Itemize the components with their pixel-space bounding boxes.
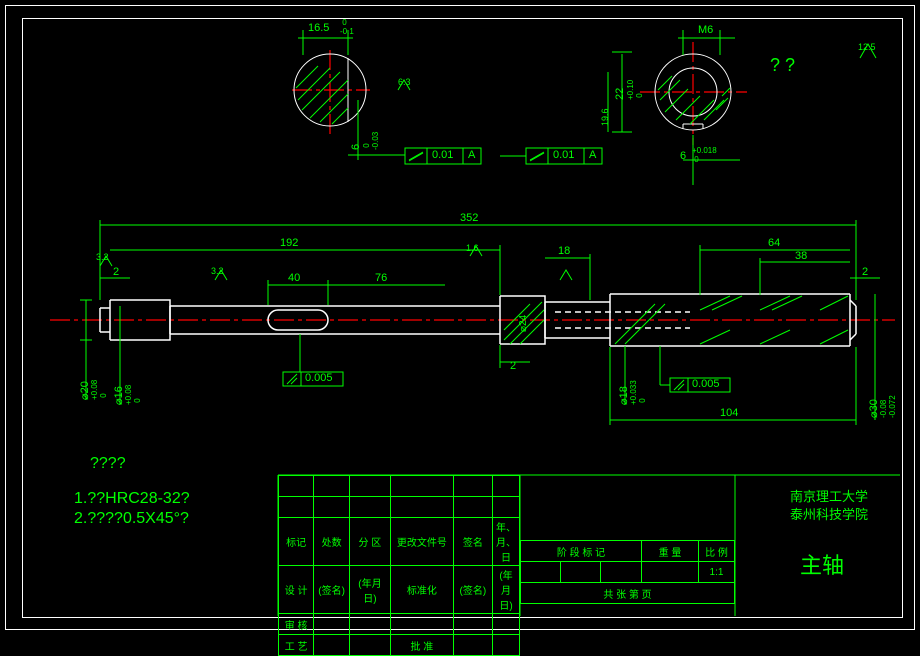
sf-16: 1.6	[466, 243, 479, 253]
hdr-sign: 签名	[453, 518, 492, 566]
org-line2: 泰州科技学院	[790, 504, 868, 523]
dim-6rtol: +0.018 0	[692, 146, 717, 164]
dim-d18btol: +0.033 0	[629, 380, 647, 405]
dim-76: 76	[375, 272, 387, 284]
scale-value: 1:1	[699, 562, 735, 583]
pages: 共 张 第 页	[521, 583, 735, 604]
dim-6l: 6	[350, 144, 362, 150]
hdr-doc: 更改文件号	[390, 518, 453, 566]
dim-40: 40	[288, 272, 300, 284]
row-design: 设 计	[279, 566, 314, 614]
dim-2a: 2	[113, 266, 119, 278]
dim-d16tol: +0.08 0	[124, 385, 142, 405]
sf-32b: 3.2	[211, 266, 224, 276]
gdt2-A: A	[589, 149, 596, 161]
stage-label: 阶 段 标 记	[521, 541, 642, 562]
dim-352: 352	[460, 212, 478, 224]
gdt1-A: A	[468, 149, 475, 161]
dim-104: 104	[720, 407, 738, 419]
dim-m6: M6	[698, 24, 713, 36]
dim-d30tol: -0.08 -0.072	[879, 395, 897, 418]
surface-symbols	[100, 44, 876, 280]
gdt1-val: 0.01	[432, 149, 453, 161]
hdr-date: 年、月、日	[493, 518, 520, 566]
gdt2-val: 0.01	[553, 149, 574, 161]
dim-165tol: 0 -0.1	[340, 18, 354, 36]
centerline-main	[50, 42, 895, 320]
qmarks: ? ?	[770, 55, 795, 76]
dim-d24: ⌀24	[518, 315, 529, 332]
runout1: 0.005	[305, 372, 333, 384]
dim-6ltol: 0 -0.03	[362, 132, 380, 150]
info-table: 阶 段 标 记重 量比 例 1:1 共 张 第 页	[520, 540, 735, 604]
sf-125: 12.5	[858, 42, 876, 52]
row-process: 工 艺	[279, 635, 314, 656]
dim-192: 192	[280, 237, 298, 249]
runout2: 0.005	[692, 378, 720, 390]
dim-2b: 2	[510, 360, 516, 372]
dim-64: 64	[768, 237, 780, 249]
notes-header: ????	[90, 455, 126, 473]
revision-table: 标记处数分 区更改文件号签名年、月、日 设 计(签名)(年月日)标准化(签名)(…	[278, 475, 520, 656]
hdr-count: 处数	[314, 518, 350, 566]
row-check: 审 核	[279, 614, 314, 635]
part-name: 主轴	[800, 548, 844, 580]
org-line1: 南京理工大学	[790, 486, 868, 505]
hdr-zone: 分 区	[349, 518, 390, 566]
dims-top	[298, 30, 740, 185]
scale-label: 比 例	[699, 541, 735, 562]
dim-165: 16.5	[308, 22, 329, 34]
dim-196: 19.6	[600, 108, 610, 126]
sf-63: 6.3	[398, 77, 411, 87]
dim-22tol: +0.10 0	[626, 80, 644, 100]
dim-22: 22	[614, 88, 626, 100]
dim-d20tol: +0.08 0	[90, 380, 108, 400]
dim-18: 18	[558, 245, 570, 257]
hdr-mark: 标记	[279, 518, 314, 566]
notes-l1: 1.??HRC28-32?	[74, 490, 190, 508]
sf-32a: 3.2	[96, 252, 109, 262]
dim-38: 38	[795, 250, 807, 262]
dim-6r: 6	[680, 150, 686, 162]
notes-l2: 2.????0.5X45°?	[74, 510, 189, 528]
mass-label: 重 量	[642, 541, 699, 562]
dims-main	[80, 220, 880, 425]
dim-2c: 2	[862, 266, 868, 278]
gdt-runout	[283, 334, 730, 392]
